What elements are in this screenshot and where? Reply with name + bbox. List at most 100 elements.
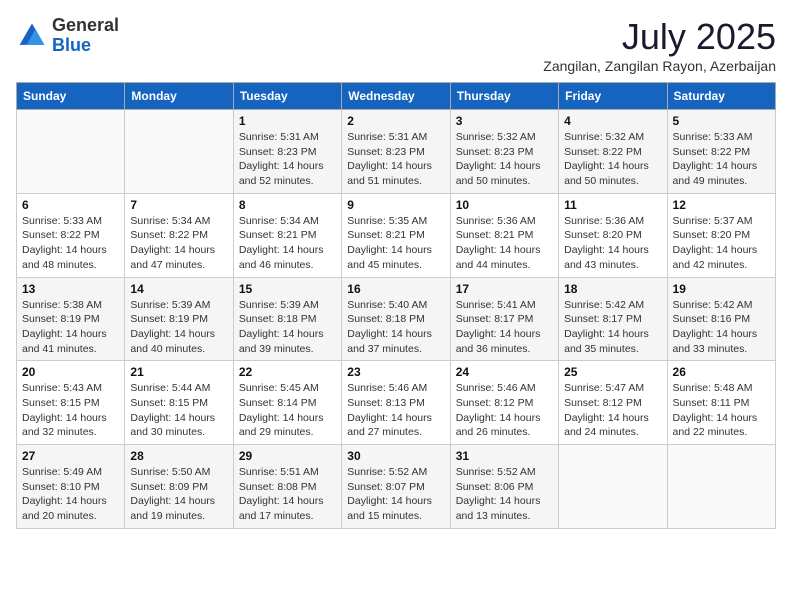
calendar-table: SundayMondayTuesdayWednesdayThursdayFrid…	[16, 82, 776, 529]
day-number: 3	[456, 114, 553, 128]
calendar-cell: 3 Sunrise: 5:32 AM Sunset: 8:23 PM Daylig…	[450, 110, 558, 194]
day-number: 15	[239, 282, 336, 296]
calendar-cell: 16 Sunrise: 5:40 AM Sunset: 8:18 PM Dayli…	[342, 277, 450, 361]
logo-text: General Blue	[52, 16, 119, 56]
day-number: 7	[130, 198, 227, 212]
day-number: 12	[673, 198, 770, 212]
day-number: 2	[347, 114, 444, 128]
calendar-week-row: 1Sunrise: 5:31 AM Sunset: 8:23 PM Daylig…	[17, 110, 776, 194]
day-detail: Sunrise: 5:33 AM Sunset: 8:22 PM Dayligh…	[22, 214, 119, 273]
title-block: July 2025 Zangilan, Zangilan Rayon, Azer…	[543, 16, 776, 74]
day-detail: Sunrise: 5:34 AM Sunset: 8:21 PM Dayligh…	[239, 214, 336, 273]
day-detail: Sunrise: 5:44 AM Sunset: 8:15 PM Dayligh…	[130, 381, 227, 440]
day-number: 11	[564, 198, 661, 212]
calendar-week-row: 27 Sunrise: 5:49 AM Sunset: 8:10 PM Dayli…	[17, 445, 776, 529]
day-detail: Sunrise: 5:31 AM Sunset: 8:23 PM Dayligh…	[239, 130, 336, 189]
calendar-cell: 26 Sunrise: 5:48 AM Sunset: 8:11 PM Dayli…	[667, 361, 775, 445]
day-detail: Sunrise: 5:40 AM Sunset: 8:18 PM Dayligh…	[347, 298, 444, 357]
calendar-cell: 18 Sunrise: 5:42 AM Sunset: 8:17 PM Dayli…	[559, 277, 667, 361]
day-detail: Sunrise: 5:45 AM Sunset: 8:14 PM Dayligh…	[239, 381, 336, 440]
day-detail: Sunrise: 5:33 AM Sunset: 8:22 PM Dayligh…	[673, 130, 770, 189]
day-detail: Sunrise: 5:46 AM Sunset: 8:12 PM Dayligh…	[456, 381, 553, 440]
day-number: 25	[564, 365, 661, 379]
day-detail: Sunrise: 5:52 AM Sunset: 8:07 PM Dayligh…	[347, 465, 444, 524]
day-number: 8	[239, 198, 336, 212]
calendar-cell: 10 Sunrise: 5:36 AM Sunset: 8:21 PM Dayli…	[450, 193, 558, 277]
day-number: 23	[347, 365, 444, 379]
month-title: July 2025	[543, 16, 776, 58]
day-of-week-header: Monday	[125, 83, 233, 110]
day-detail: Sunrise: 5:36 AM Sunset: 8:21 PM Dayligh…	[456, 214, 553, 273]
day-number: 18	[564, 282, 661, 296]
day-number: 22	[239, 365, 336, 379]
day-detail: Sunrise: 5:42 AM Sunset: 8:16 PM Dayligh…	[673, 298, 770, 357]
calendar-cell: 24 Sunrise: 5:46 AM Sunset: 8:12 PM Dayli…	[450, 361, 558, 445]
calendar-cell: 9Sunrise: 5:35 AM Sunset: 8:21 PM Daylig…	[342, 193, 450, 277]
day-of-week-header: Friday	[559, 83, 667, 110]
calendar-cell: 15 Sunrise: 5:39 AM Sunset: 8:18 PM Dayli…	[233, 277, 341, 361]
day-number: 30	[347, 449, 444, 463]
day-detail: Sunrise: 5:46 AM Sunset: 8:13 PM Dayligh…	[347, 381, 444, 440]
calendar-week-row: 6 Sunrise: 5:33 AM Sunset: 8:22 PM Daylig…	[17, 193, 776, 277]
calendar-cell: 28Sunrise: 5:50 AM Sunset: 8:09 PM Dayli…	[125, 445, 233, 529]
day-detail: Sunrise: 5:43 AM Sunset: 8:15 PM Dayligh…	[22, 381, 119, 440]
calendar-cell: 27 Sunrise: 5:49 AM Sunset: 8:10 PM Dayli…	[17, 445, 125, 529]
calendar-cell: 20 Sunrise: 5:43 AM Sunset: 8:15 PM Dayli…	[17, 361, 125, 445]
calendar-cell: 23 Sunrise: 5:46 AM Sunset: 8:13 PM Dayli…	[342, 361, 450, 445]
day-number: 31	[456, 449, 553, 463]
day-number: 10	[456, 198, 553, 212]
calendar-cell: 19 Sunrise: 5:42 AM Sunset: 8:16 PM Dayli…	[667, 277, 775, 361]
day-detail: Sunrise: 5:42 AM Sunset: 8:17 PM Dayligh…	[564, 298, 661, 357]
day-detail: Sunrise: 5:52 AM Sunset: 8:06 PM Dayligh…	[456, 465, 553, 524]
day-number: 9	[347, 198, 444, 212]
day-number: 26	[673, 365, 770, 379]
day-number: 4	[564, 114, 661, 128]
calendar-cell	[17, 110, 125, 194]
day-number: 13	[22, 282, 119, 296]
day-detail: Sunrise: 5:49 AM Sunset: 8:10 PM Dayligh…	[22, 465, 119, 524]
calendar-cell: 6 Sunrise: 5:33 AM Sunset: 8:22 PM Daylig…	[17, 193, 125, 277]
day-number: 6	[22, 198, 119, 212]
day-detail: Sunrise: 5:36 AM Sunset: 8:20 PM Dayligh…	[564, 214, 661, 273]
day-number: 24	[456, 365, 553, 379]
calendar-cell: 2 Sunrise: 5:31 AM Sunset: 8:23 PM Daylig…	[342, 110, 450, 194]
day-detail: Sunrise: 5:48 AM Sunset: 8:11 PM Dayligh…	[673, 381, 770, 440]
day-detail: Sunrise: 5:41 AM Sunset: 8:17 PM Dayligh…	[456, 298, 553, 357]
logo-blue-text: Blue	[52, 35, 91, 55]
location-subtitle: Zangilan, Zangilan Rayon, Azerbaijan	[543, 58, 776, 74]
day-of-week-header: Sunday	[17, 83, 125, 110]
calendar-cell: 8 Sunrise: 5:34 AM Sunset: 8:21 PM Daylig…	[233, 193, 341, 277]
day-of-week-header: Wednesday	[342, 83, 450, 110]
logo: General Blue	[16, 16, 119, 56]
day-detail: Sunrise: 5:32 AM Sunset: 8:22 PM Dayligh…	[564, 130, 661, 189]
day-number: 16	[347, 282, 444, 296]
calendar-cell: 30 Sunrise: 5:52 AM Sunset: 8:07 PM Dayli…	[342, 445, 450, 529]
calendar-header-row: SundayMondayTuesdayWednesdayThursdayFrid…	[17, 83, 776, 110]
calendar-cell	[125, 110, 233, 194]
calendar-cell: 12Sunrise: 5:37 AM Sunset: 8:20 PM Dayli…	[667, 193, 775, 277]
calendar-cell: 13 Sunrise: 5:38 AM Sunset: 8:19 PM Dayli…	[17, 277, 125, 361]
day-detail: Sunrise: 5:39 AM Sunset: 8:18 PM Dayligh…	[239, 298, 336, 357]
day-detail: Sunrise: 5:34 AM Sunset: 8:22 PM Dayligh…	[130, 214, 227, 273]
day-number: 28	[130, 449, 227, 463]
day-detail: Sunrise: 5:31 AM Sunset: 8:23 PM Dayligh…	[347, 130, 444, 189]
day-detail: Sunrise: 5:51 AM Sunset: 8:08 PM Dayligh…	[239, 465, 336, 524]
calendar-cell: 25Sunrise: 5:47 AM Sunset: 8:12 PM Dayli…	[559, 361, 667, 445]
calendar-cell: 11 Sunrise: 5:36 AM Sunset: 8:20 PM Dayli…	[559, 193, 667, 277]
day-number: 29	[239, 449, 336, 463]
day-of-week-header: Saturday	[667, 83, 775, 110]
day-number: 27	[22, 449, 119, 463]
day-number: 19	[673, 282, 770, 296]
day-detail: Sunrise: 5:38 AM Sunset: 8:19 PM Dayligh…	[22, 298, 119, 357]
logo-general: General	[52, 15, 119, 35]
day-number: 20	[22, 365, 119, 379]
calendar-cell	[559, 445, 667, 529]
day-of-week-header: Tuesday	[233, 83, 341, 110]
day-detail: Sunrise: 5:32 AM Sunset: 8:23 PM Dayligh…	[456, 130, 553, 189]
logo-icon	[16, 20, 48, 52]
day-number: 21	[130, 365, 227, 379]
day-number: 14	[130, 282, 227, 296]
page-header: General Blue July 2025 Zangilan, Zangila…	[16, 16, 776, 74]
calendar-cell: 22 Sunrise: 5:45 AM Sunset: 8:14 PM Dayli…	[233, 361, 341, 445]
calendar-week-row: 13 Sunrise: 5:38 AM Sunset: 8:19 PM Dayli…	[17, 277, 776, 361]
